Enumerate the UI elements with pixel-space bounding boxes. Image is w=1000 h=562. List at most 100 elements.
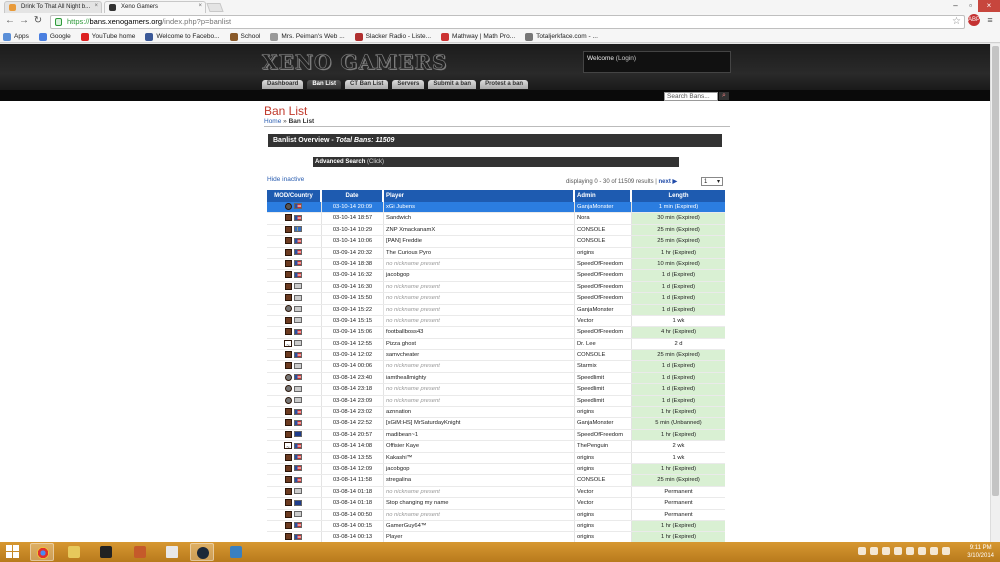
app-taskbar-icon[interactable] — [128, 543, 152, 561]
nav-dashboard[interactable]: Dashboard — [262, 80, 304, 89]
bookmark-mathway[interactable]: Mathway | Math Pro... — [441, 32, 515, 41]
table-row[interactable]: 03-08-14 23:40 iamtheallmighty Speedlimit 1… — [267, 372, 725, 385]
table-row[interactable]: 03-08-14 23:09 no nickname present Speedli… — [267, 395, 725, 408]
table-row[interactable]: 03-09-14 16:32 jacobgop SpeedOfFreedom 1 d … — [267, 270, 725, 282]
forward-icon[interactable]: → — [18, 15, 30, 27]
tray-icon[interactable] — [906, 547, 914, 555]
mod-country-cell — [267, 350, 322, 361]
tray-icon[interactable] — [918, 547, 926, 555]
table-row[interactable]: 03-08-14 20:57 madibean~1 SpeedOfFreedom 1 … — [267, 429, 725, 442]
new-tab-button[interactable] — [206, 3, 224, 12]
tray-icon[interactable] — [870, 547, 878, 555]
scrollbar-thumb[interactable] — [992, 46, 999, 496]
table-row[interactable]: 03-09-14 16:30 no nickname present SpeedOf… — [267, 281, 725, 294]
tab-xeno-gamers[interactable]: Xeno Gamers × — [104, 1, 206, 13]
col-date[interactable]: Date — [322, 190, 384, 202]
bookmark-apps[interactable]: Apps — [3, 32, 29, 41]
reload-icon[interactable]: ↻ — [32, 15, 44, 27]
table-row[interactable]: 03-10-14 10:29 ZNP XmackanamX CONSOLE 25 mi… — [267, 224, 725, 237]
table-row[interactable]: 03-08-14 00:50 no nickname present origins… — [267, 509, 725, 521]
adblock-extension-icon[interactable]: ABP — [968, 14, 980, 26]
xeno-taskbar-icon[interactable] — [94, 543, 118, 561]
table-row[interactable]: 03-09-14 15:22 no nickname present GanjaMo… — [267, 304, 725, 316]
table-row[interactable]: 03-09-14 12:02 samvcheater CONSOLE 25 min (… — [267, 350, 725, 362]
breadcrumb-home[interactable]: Home — [264, 118, 281, 125]
col-admin[interactable]: Admin — [575, 190, 632, 202]
bookmark-youtube[interactable]: YouTube home — [80, 32, 135, 41]
admin-cell: Dr. Lee — [575, 338, 632, 350]
tray-icon[interactable] — [942, 547, 950, 555]
bookmark-school[interactable]: School — [229, 32, 260, 41]
network-taskbar-icon[interactable] — [224, 543, 248, 561]
table-row[interactable]: 03-08-14 12:09 jacobgop origins 1 hr (Expir… — [267, 463, 725, 476]
table-row[interactable]: 03-08-14 13:55 Kakashi™ origins 1 wk — [267, 452, 725, 464]
col-length[interactable]: Length — [632, 190, 725, 202]
document-taskbar-icon[interactable] — [160, 543, 184, 561]
address-bar[interactable]: https://bans.xenogamers.org/index.php?p=… — [50, 15, 965, 29]
bookmark-star-icon[interactable]: ☆ — [952, 16, 961, 28]
hide-inactive-link[interactable]: Hide inactive — [267, 176, 304, 183]
table-row[interactable]: 03-10-14 18:57 Sandwich Nora 30 min (Expire… — [267, 213, 725, 225]
bookmark-google[interactable]: Google — [38, 32, 71, 41]
col-mod-country[interactable]: MOD/Country — [267, 190, 322, 202]
table-row[interactable]: 03-08-14 00:15 GamerGuy64™ origins 1 hr (Ex… — [267, 520, 725, 533]
col-player[interactable]: Player — [384, 190, 575, 202]
table-row[interactable]: 03-08-14 01:18 no nickname present Vector P… — [267, 486, 725, 499]
table-row[interactable]: 03-09-14 18:38 no nickname present SpeedOf… — [267, 258, 725, 271]
country-flag-icon — [293, 374, 302, 381]
maximize-icon[interactable]: ▫ — [963, 0, 978, 12]
tray-icon[interactable] — [894, 547, 902, 555]
tray-icon[interactable] — [930, 547, 938, 555]
back-icon[interactable]: ← — [4, 15, 16, 27]
chrome-taskbar-icon[interactable] — [30, 543, 54, 561]
table-row[interactable]: 03-08-14 23:02 aznnation origins 1 hr (Expi… — [267, 407, 725, 419]
minimize-icon[interactable]: – — [948, 0, 963, 12]
bookmark-slacker[interactable]: Slacker Radio - Liste... — [354, 32, 431, 41]
menu-icon[interactable]: ≡ — [984, 14, 996, 26]
table-row[interactable]: 03-08-14 01:18 Stop changing my name Vecto… — [267, 498, 725, 510]
clock-time: 9:11 PM — [969, 545, 992, 551]
nav-ct-ban-list[interactable]: CT Ban List — [345, 80, 389, 89]
site-logo[interactable]: XENO GAMERS — [262, 50, 447, 75]
table-row[interactable]: 03-09-14 00:06 no nickname present Starmix… — [267, 361, 725, 373]
next-page-link[interactable]: next ▶ — [659, 179, 678, 185]
table-row[interactable]: 03-09-14 15:50 no nickname present SpeedOf… — [267, 293, 725, 305]
advanced-search-click[interactable]: (Click) — [367, 159, 384, 165]
bookmark-peiman[interactable]: Mrs. Peiman's Web ... — [270, 32, 345, 41]
tray-icon[interactable] — [858, 547, 866, 555]
nav-submit-ban[interactable]: Submit a ban — [428, 80, 477, 89]
table-row[interactable]: 03-08-14 22:52 [xGiM:HS] MrSaturdayKnight… — [267, 418, 725, 430]
close-window-icon[interactable]: × — [978, 0, 1000, 12]
page-select-value: 1 — [704, 179, 708, 185]
bookmark-facebook[interactable]: Welcome to Facebo... — [145, 32, 220, 41]
search-icon[interactable]: ⌕ — [719, 92, 729, 100]
close-tab-icon[interactable]: × — [198, 3, 202, 9]
nav-ban-list[interactable]: Ban List — [307, 80, 342, 89]
table-row[interactable]: 03-09-14 15:15 no nickname present Vector 1… — [267, 315, 725, 328]
mod-country-cell — [267, 475, 322, 486]
table-row[interactable]: 03-08-14 23:18 no nickname present Speedli… — [267, 384, 725, 396]
table-row[interactable]: ~03-09-14 12:55 Pizza ghost Dr. Lee 2 d — [267, 338, 725, 351]
advanced-search-bar[interactable]: Advanced Search (Click) — [313, 157, 679, 167]
table-row[interactable]: 03-09-14 20:32 The Curious Pyro origins 1 h… — [267, 247, 725, 259]
explorer-taskbar-icon[interactable] — [62, 543, 86, 561]
login-link[interactable]: (Login) — [616, 55, 636, 62]
nav-protest-ban[interactable]: Protest a ban — [480, 80, 529, 89]
table-row[interactable]: 03-08-14 11:58 stregalina CONSOLE 25 min (E… — [267, 475, 725, 487]
clock[interactable]: 9:11 PM 3/10/2014 — [967, 544, 994, 560]
table-row[interactable]: 03-10-14 20:09 xGi Jubens GanjaMonster 1 mi… — [267, 202, 725, 214]
steam-taskbar-icon[interactable] — [190, 543, 214, 561]
close-tab-icon[interactable]: × — [94, 3, 98, 9]
search-bans-input[interactable]: Search Bans... — [664, 92, 718, 101]
tab-drink-to-that[interactable]: Drink To That All Night b... × — [4, 1, 102, 13]
nav-servers[interactable]: Servers — [392, 80, 425, 89]
windows-start-icon[interactable] — [6, 545, 20, 559]
page-select[interactable]: 1 ▾ — [701, 177, 723, 186]
tray-icon[interactable] — [882, 547, 890, 555]
admin-cell: Vector — [575, 498, 632, 509]
bookmark-totaljerkface[interactable]: Totaljerkface.com - ... — [525, 32, 598, 41]
table-row[interactable]: 03-09-14 15:06 footballboss43 SpeedOfFreed… — [267, 327, 725, 339]
table-row[interactable]: 03-10-14 10:06 [PAN] Freddie CONSOLE 25 min… — [267, 236, 725, 248]
table-row[interactable]: ~03-08-14 14:08 Offisier Kaye ThePenguin 2 … — [267, 441, 725, 453]
country-flag-icon — [293, 385, 302, 392]
